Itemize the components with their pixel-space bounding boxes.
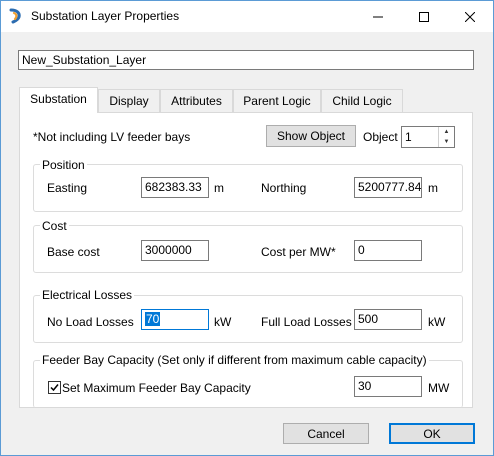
position-group-title: Position [40,158,87,172]
cost-per-mw-label: Cost per MW* [261,245,336,259]
base-cost-input[interactable]: 3000000 [141,240,209,261]
max-feeder-bay-label[interactable]: Set Maximum Feeder Bay Capacity [62,381,251,395]
max-feeder-bay-checkbox[interactable] [48,381,61,394]
minimize-button[interactable] [355,1,401,32]
close-icon [465,11,475,22]
object-spinner[interactable]: 1 ▲ ▼ [401,126,455,148]
northing-unit: m [428,181,438,195]
window-title: Substation Layer Properties [31,9,180,23]
maximize-button[interactable] [401,1,447,32]
cost-per-mw-input[interactable]: 0 [354,240,422,261]
no-load-losses-unit: kW [214,315,232,329]
layer-name-input[interactable]: New_Substation_Layer [18,50,474,70]
no-load-losses-label: No Load Losses [47,315,134,329]
full-load-losses-input[interactable]: 500 [354,309,422,330]
easting-input[interactable]: 682383.33 [141,177,209,198]
tab-attributes[interactable]: Attributes [160,89,233,112]
maximize-icon [419,11,429,22]
northing-label: Northing [261,181,307,195]
lv-feeder-note: *Not including LV feeder bays [33,130,191,144]
ok-button[interactable]: OK [389,423,475,444]
losses-group-title: Electrical Losses [40,288,135,302]
cost-group-title: Cost [40,219,69,233]
title-bar[interactable]: Substation Layer Properties [1,1,493,32]
spin-up-icon[interactable]: ▲ [439,127,454,137]
full-load-losses-label: Full Load Losses [261,315,352,329]
app-logo-icon [9,8,21,24]
show-object-button[interactable]: Show Object [266,125,356,147]
cancel-button[interactable]: Cancel [283,423,369,444]
substation-tab-panel: *Not including LV feeder bays Show Objec… [19,112,473,408]
spinner-arrows[interactable]: ▲ ▼ [438,127,454,147]
no-load-losses-input[interactable]: 70 [141,309,209,330]
tab-display[interactable]: Display [98,89,160,112]
tab-substation[interactable]: Substation [19,87,98,113]
tab-parent-logic[interactable]: Parent Logic [233,89,321,112]
northing-input[interactable]: 5200777.84 [354,177,422,198]
full-load-losses-unit: kW [428,315,446,329]
dialog-window: Substation Layer Properties New_Substati… [0,0,494,456]
feeder-bay-capacity-input[interactable]: 30 [354,376,422,397]
easting-label: Easting [47,181,88,195]
feeder-bay-group-title: Feeder Bay Capacity (Set only if differe… [40,353,429,367]
easting-unit: m [214,181,224,195]
base-cost-label: Base cost [47,245,100,259]
spin-down-icon[interactable]: ▼ [439,137,454,147]
close-button[interactable] [447,1,493,32]
feeder-bay-capacity-unit: MW [428,381,450,395]
object-value[interactable]: 1 [405,130,412,144]
checkmark-icon [50,384,59,392]
tab-child-logic[interactable]: Child Logic [321,89,403,112]
no-load-losses-value[interactable]: 70 [145,312,161,326]
object-label: Object [363,130,398,144]
minimize-icon [373,16,383,17]
